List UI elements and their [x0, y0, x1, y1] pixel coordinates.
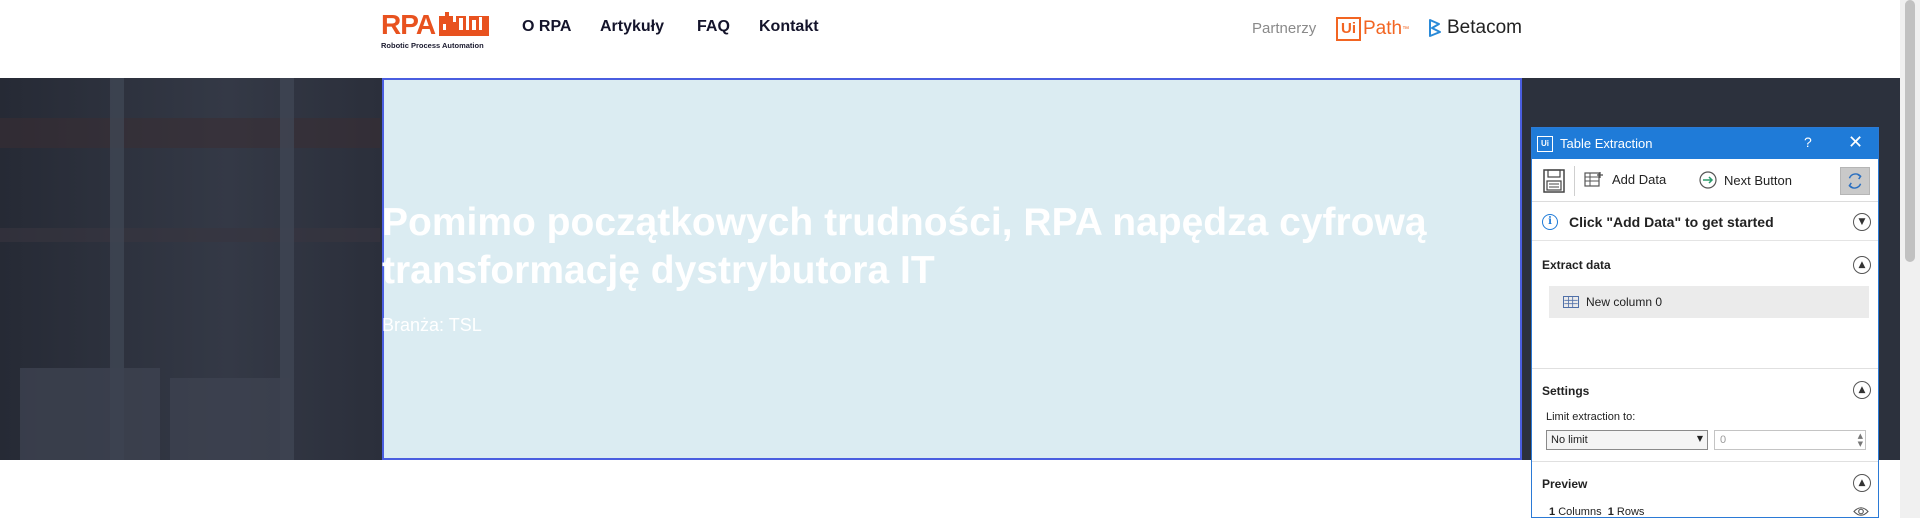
preview-column-count: 1: [1549, 506, 1556, 518]
spinner-arrows-icon[interactable]: ▲ ▼: [1858, 432, 1863, 448]
info-icon: i: [1542, 214, 1558, 230]
nav-artykuly[interactable]: Artykuły: [600, 18, 664, 36]
window-titlebar[interactable]: Ui Table Extraction ? ✕: [1532, 128, 1878, 159]
add-data-button[interactable]: Add Data: [1584, 170, 1666, 188]
betacom-partner-logo[interactable]: Betacom: [1427, 15, 1522, 41]
limit-extraction-select[interactable]: No limit ▼: [1546, 430, 1708, 450]
toolbar-separator: [1574, 166, 1575, 196]
preview-columns-label: Columns: [1558, 506, 1602, 518]
table-column-icon: [1563, 296, 1579, 308]
extraction-toolbar: Add Data Next Button: [1532, 159, 1878, 202]
settings-heading: Settings: [1542, 384, 1590, 398]
limit-count-input[interactable]: 0 ▲ ▼: [1714, 430, 1866, 450]
partners-label: Partnerzy: [1252, 20, 1317, 37]
table-extraction-window: Ui Table Extraction ? ✕ Add Data Next Bu…: [1531, 127, 1879, 518]
column-name: New column 0: [1586, 295, 1663, 309]
column-list-item[interactable]: New column 0: [1549, 286, 1869, 318]
site-logo[interactable]: RPA Robotic Process Automation: [381, 10, 491, 50]
uipath-logo-box: Ui: [1336, 17, 1361, 41]
add-data-label: Add Data: [1612, 171, 1667, 187]
betacom-logo-text: Betacom: [1447, 17, 1522, 38]
betacom-logo-icon: [1429, 19, 1441, 37]
limit-count-value: 0: [1720, 434, 1727, 446]
nav-faq[interactable]: FAQ: [697, 18, 730, 36]
hero-background-box: [20, 368, 160, 460]
limit-extraction-label: Limit extraction to:: [1546, 411, 1636, 423]
logo-wordmark: RPA: [381, 9, 436, 40]
chevron-down-icon[interactable]: ▼: [1853, 213, 1871, 231]
refresh-icon[interactable]: [1840, 167, 1870, 195]
page-scrollbar[interactable]: [1900, 0, 1920, 518]
chevron-up-icon[interactable]: ▲: [1853, 256, 1871, 274]
hero-background-shelf: [0, 118, 380, 148]
chevron-up-icon[interactable]: ▲: [1853, 474, 1871, 492]
preview-heading: Preview: [1542, 477, 1588, 491]
close-button[interactable]: ✕: [1848, 132, 1863, 153]
site-header: RPA Robotic Process Automation O RPA Art…: [0, 0, 1900, 78]
hero-background-box: [170, 378, 290, 460]
scrollbar-thumb[interactable]: [1905, 0, 1915, 262]
next-button-label: Next Button: [1724, 172, 1792, 188]
uipath-trademark: ™: [1402, 25, 1410, 33]
help-button[interactable]: ?: [1804, 134, 1812, 150]
limit-extraction-value: No limit: [1551, 434, 1588, 446]
uipath-logo-text: Path: [1363, 18, 1403, 39]
next-button-icon: [1699, 171, 1717, 189]
skyline-icon: [439, 12, 489, 36]
logo-subtitle: Robotic Process Automation: [381, 41, 484, 50]
chevron-up-icon[interactable]: ▲: [1853, 381, 1871, 399]
add-data-icon: [1584, 172, 1603, 187]
extract-data-heading: Extract data: [1542, 258, 1611, 272]
dropdown-arrow-icon: ▼: [1696, 434, 1703, 443]
preview-rows-label: Rows: [1616, 506, 1645, 518]
uipath-app-icon: Ui: [1537, 136, 1553, 152]
section-divider: [1532, 461, 1878, 462]
next-button-selector[interactable]: Next Button: [1698, 170, 1792, 190]
page: RPA Robotic Process Automation O RPA Art…: [0, 0, 1920, 518]
eye-icon[interactable]: [1853, 506, 1869, 517]
info-message: Click "Add Data" to get started: [1569, 214, 1774, 230]
hero-title: Pomimo początkowych trudności, RPA napęd…: [382, 201, 1427, 292]
hero-subtitle: Branża: TSL: [382, 315, 482, 335]
window-title: Table Extraction: [1560, 136, 1653, 151]
hero-background-shelf: [0, 228, 380, 242]
uipath-partner-logo[interactable]: Ui Path ™: [1336, 16, 1409, 42]
nav-o-rpa[interactable]: O RPA: [522, 18, 571, 36]
preview-row-count: 1: [1607, 506, 1614, 518]
save-icon[interactable]: [1543, 169, 1565, 193]
nav-kontakt[interactable]: Kontakt: [759, 18, 819, 36]
info-banner: i Click "Add Data" to get started ▼: [1532, 203, 1878, 241]
preview-stats: 1 Columns 1 Rows: [1549, 506, 1644, 518]
section-divider: [1532, 368, 1878, 369]
